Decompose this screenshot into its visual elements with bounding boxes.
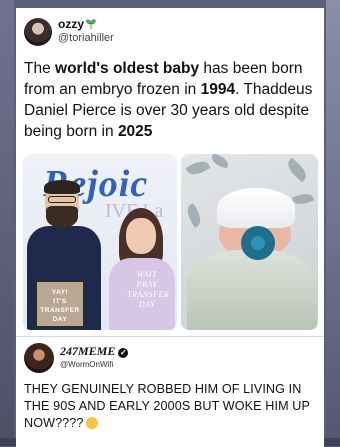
reply-author-handle[interactable]: @WormOnWifi [60, 360, 113, 369]
author-avatar[interactable] [24, 18, 52, 46]
post-text-bold: world's oldest baby [55, 60, 200, 77]
shirt-text-line: PRAY [136, 280, 158, 289]
sign-text-line: IT'S [53, 298, 67, 305]
wallpaper-leaf [283, 157, 311, 183]
sign-text-line: DAY [52, 316, 68, 323]
post-text: The world's oldest baby has been born fr… [24, 58, 320, 142]
original-post-card[interactable]: ozzy @toriahiller The world's oldest bab… [16, 8, 324, 336]
shirt-text-line: WAIT [136, 270, 158, 279]
verified-badge-icon: ✓ [118, 348, 129, 358]
baby-hat [217, 188, 295, 228]
reply-text-content: THEY GENUINELY ROBBED HIM OF LIVING IN T… [24, 382, 310, 430]
reply-author-name[interactable]: 247MEME ✓ [60, 344, 129, 359]
wallpaper-leaf [185, 157, 211, 179]
reply-author-name-text[interactable]: 247MEME [60, 344, 115, 358]
reply-author-avatar[interactable] [24, 343, 54, 373]
mother-figure: WAIT PRAY TRANSFER DAY [109, 208, 177, 330]
reply-text: THEY GENUINELY ROBBED HIM OF LIVING IN T… [24, 381, 324, 432]
shirt-text-line: DAY [138, 300, 156, 309]
plant-emoji-icon [86, 19, 96, 29]
post-photo-parents[interactable]: Rejoic IVF La WAIT PRAY TRANSFER DAY YAY… [23, 154, 177, 330]
post-text-bold: 1994 [200, 81, 236, 98]
author-name[interactable]: ozzy [58, 17, 96, 31]
wallpaper-leaf [183, 203, 205, 228]
background-edge-left [0, 0, 14, 446]
shirt-text-line: TRANSFER [127, 290, 170, 299]
wallpaper-leaf [291, 190, 315, 208]
post-text-bold: 2025 [117, 123, 153, 140]
author-handle[interactable]: @toriahiller [58, 32, 114, 44]
sign-text-line: TRANSFER [40, 307, 80, 314]
laughing-emoji-icon [85, 417, 98, 429]
transfer-day-sign: YAY! IT'S TRANSFER DAY [35, 280, 85, 328]
wallpaper-leaf [209, 154, 231, 169]
background-edge-right [326, 0, 340, 446]
reply-post-card[interactable]: 247MEME ✓ @WormOnWifi THEY GENUINELY ROBB… [16, 336, 324, 447]
post-photo-baby[interactable] [181, 154, 318, 330]
pacifier-center [251, 236, 265, 250]
sign-text-line: YAY! [51, 289, 69, 296]
baby-swaddle [187, 250, 317, 330]
shirt-text: WAIT PRAY TRANSFER DAY [127, 270, 170, 310]
author-name-text[interactable]: ozzy [58, 17, 84, 31]
post-text-part: The [24, 60, 56, 77]
